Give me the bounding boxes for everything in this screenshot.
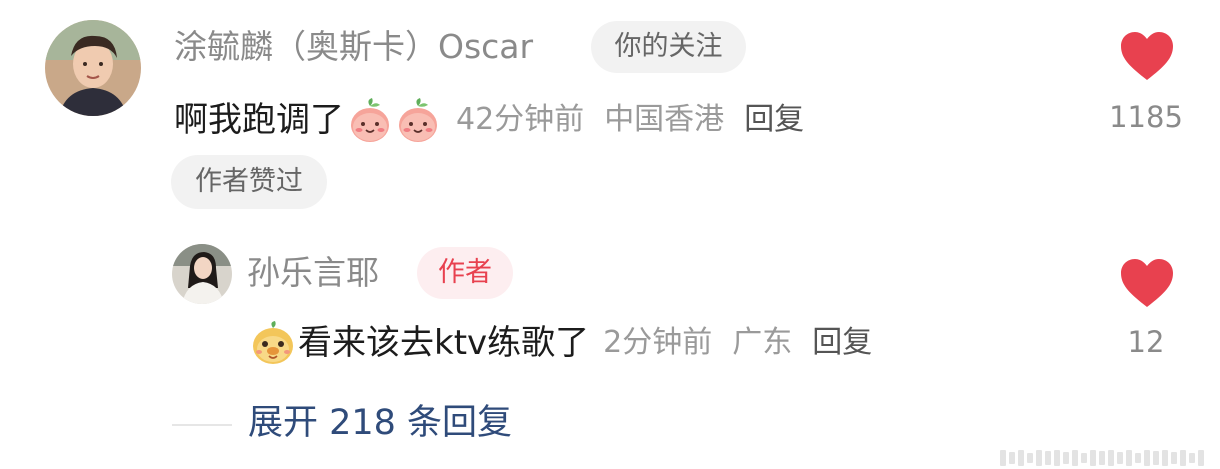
comment-text: 啊我跑调了 xyxy=(174,100,344,140)
comment-reply-button[interactable]: 回复 xyxy=(744,105,804,135)
peach-emoji-icon xyxy=(394,96,442,144)
comment-time: 42分钟前 xyxy=(456,102,585,137)
comment-body: 啊我跑调了 42分钟前 中国香港 回复 xyxy=(174,95,804,145)
reply-location: 广东 xyxy=(732,325,793,360)
reply-like-button[interactable] xyxy=(1119,257,1175,309)
watermark xyxy=(1000,450,1204,466)
reply-reply-button[interactable]: 回复 xyxy=(812,328,872,358)
author-avatar[interactable] xyxy=(172,244,232,304)
reply-body: 看来该去ktv练歌了 2分钟前 广东 回复 xyxy=(250,318,872,368)
author-liked-badge: 作者赞过 xyxy=(171,155,327,209)
commenter-avatar[interactable] xyxy=(45,20,141,116)
comment-like-count: 1185 xyxy=(1109,100,1183,134)
chick-emoji-icon xyxy=(250,320,296,366)
reply-text: 看来该去ktv练歌了 xyxy=(298,323,590,363)
comment-location: 中国香港 xyxy=(604,102,725,137)
heart-icon xyxy=(1121,32,1173,80)
commenter-username[interactable]: 涂毓麟（奥斯卡）Oscar xyxy=(174,30,533,63)
comment-like-button[interactable] xyxy=(1119,30,1175,82)
reply-like-count: 12 xyxy=(1127,325,1165,359)
follow-badge: 你的关注 xyxy=(591,21,746,73)
expand-replies-button[interactable]: 展开 218 条回复 xyxy=(248,406,512,441)
reply-time: 2分钟前 xyxy=(603,325,713,360)
expand-divider xyxy=(172,424,232,426)
author-username[interactable]: 孙乐言耶 xyxy=(247,256,379,289)
heart-icon xyxy=(1121,259,1173,307)
author-badge: 作者 xyxy=(417,247,513,299)
peach-emoji-icon xyxy=(346,96,394,144)
